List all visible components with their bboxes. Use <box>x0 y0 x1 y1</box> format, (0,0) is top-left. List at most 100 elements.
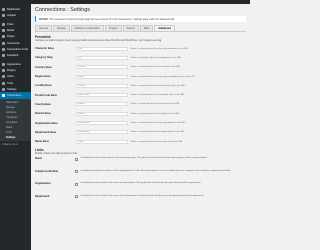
field-label: Organization Base <box>35 121 58 125</box>
organization-link-checkbox[interactable] <box>75 182 79 186</box>
submenu-item-settings[interactable]: Settings <box>0 135 31 140</box>
links-row-name: Name If enabled the name will be linked t… <box>35 157 246 170</box>
form-row-locality-base: Locality Base locality Enter a custom stru… <box>35 81 246 90</box>
field-desc: Enter a custom structure for the entry s… <box>131 140 184 143</box>
links-row-department: Department If enabled the name will link … <box>35 195 246 208</box>
feedback-icon <box>2 53 5 57</box>
field-desc: Enter a custom structure for the localit… <box>131 84 186 87</box>
field-label: Department <box>35 194 50 198</box>
wrench-icon <box>2 81 5 85</box>
page-icon <box>2 35 5 39</box>
field-label: Category Slug <box>35 56 53 60</box>
field-label: District Base <box>35 112 51 116</box>
field-desc: Enter a custom structure for the region … <box>131 75 196 78</box>
form-row-region-base: Region Base region Enter a custom structur… <box>35 72 246 81</box>
sidebar-item-label: Settings <box>7 87 17 91</box>
tab-seo[interactable]: SEO <box>139 25 154 31</box>
tab-display[interactable]: Display <box>53 25 70 31</box>
settings-icon <box>2 87 5 91</box>
district-base-input[interactable]: district <box>76 111 128 116</box>
pin-icon <box>2 22 5 26</box>
category-slug-input[interactable]: cat <box>76 55 128 60</box>
collapse-menu-button[interactable]: Collapse menu <box>0 143 31 146</box>
media-icon <box>2 29 5 33</box>
sidebar-item-label: Users <box>7 75 14 79</box>
notice-prefix: NOTICE: <box>39 17 49 21</box>
plugin-icon <box>2 69 5 73</box>
form-row-character-base: Character Base char Enter a custom structu… <box>35 44 246 53</box>
tab-search[interactable]: Search <box>122 25 139 31</box>
sidebar-item-label: Media <box>7 29 15 33</box>
admin-bar <box>0 0 250 4</box>
field-desc: If enabled the name will link to the nam… <box>80 182 201 185</box>
sidebar-item-label: Feedback <box>7 53 19 57</box>
field-label: Telephone Number <box>35 169 59 173</box>
postal-code-base-input[interactable]: postal-code <box>76 93 128 98</box>
field-desc: Enter a custom structure for the distric… <box>131 112 181 115</box>
settings-main: Connections : Settings NOTICE: The Conne… <box>35 6 246 207</box>
links-section-title: Links <box>35 148 44 153</box>
department-base-input[interactable]: department <box>76 130 128 135</box>
sidebar-item-label: Plugins <box>7 69 16 73</box>
sidebar-item-label: Connections <box>7 94 22 98</box>
sidebar-item-feedback[interactable]: Feedback <box>0 52 31 58</box>
connections-submenu: Dashboard Manage Add Entry Categories Te… <box>0 98 31 141</box>
dashboard-icon <box>2 7 5 11</box>
field-label: Character Base <box>35 47 55 51</box>
field-desc: Enter a custom structure for the entry c… <box>131 47 189 50</box>
county-base-input[interactable]: county <box>76 102 128 107</box>
comment-icon <box>2 41 5 45</box>
sidebar-item-label: Tools <box>7 81 14 85</box>
telephone-link-checkbox[interactable] <box>75 170 79 174</box>
settings-tabs: General Display Fieldset Configuration I… <box>35 25 246 32</box>
brush-icon <box>2 63 5 67</box>
form-row-name-base: Name Base name Enter a custom structure fo… <box>35 137 246 146</box>
tab-images[interactable]: Images <box>104 25 122 31</box>
notice-text: The Connections document help page has b… <box>49 17 175 21</box>
address-book-icon <box>2 94 5 98</box>
links-row-telephone: Telephone Number If enabled the telephone… <box>35 170 246 183</box>
jetpack-icon <box>2 13 5 17</box>
name-link-checkbox[interactable] <box>75 157 79 161</box>
department-link-checkbox[interactable] <box>75 195 79 199</box>
permalink-section-title: Permalink <box>35 35 51 39</box>
form-row-organization-base: Organization Base organization Enter a cus… <box>35 118 246 127</box>
locality-base-input[interactable]: locality <box>76 83 128 88</box>
link-icon <box>2 47 5 51</box>
sidebar-item-label: Appearance <box>7 63 21 67</box>
field-desc: If enabled the name will be linked to th… <box>80 157 208 160</box>
sidebar-item-label: Jetpack <box>7 13 16 17</box>
sidebar-item-label: Pages <box>7 35 15 39</box>
form-row-district-base: District Base district Enter a custom stru… <box>35 109 246 118</box>
field-label: Name <box>35 157 43 161</box>
character-base-input[interactable]: char <box>76 46 128 51</box>
sidebar-item-label: Posts <box>7 22 14 26</box>
tab-fieldset-configuration[interactable]: Fieldset Configuration <box>70 25 104 31</box>
field-desc: If enabled the telephone number will be … <box>80 169 231 172</box>
form-row-country-base: Country Base country Enter a custom struct… <box>35 63 246 72</box>
region-base-input[interactable]: region <box>76 74 128 79</box>
permalink-section-desc: Configure permalink support. Avoid using… <box>35 40 162 42</box>
field-desc: Enter a permalink slug for the categorie… <box>131 56 182 59</box>
form-row-county-base: County Base county Enter a custom structur… <box>35 100 246 109</box>
tab-general[interactable]: General <box>35 25 53 31</box>
sidebar-item-jetpack[interactable]: Jetpack <box>0 12 31 18</box>
links-row-organization: Organization If enabled the name will lin… <box>35 182 246 195</box>
field-label: Postal Code Base <box>35 93 57 97</box>
field-label: Region Base <box>35 75 51 79</box>
field-label: Country Base <box>35 65 52 69</box>
field-desc: If enabled the name will link to the nam… <box>80 194 205 197</box>
field-desc: Enter a custom structure for the postal … <box>131 94 185 97</box>
name-base-input[interactable]: name <box>76 139 128 144</box>
country-base-input[interactable]: country <box>76 65 128 70</box>
admin-sidebar: Dashboard Jetpack Posts Media Pages Comm… <box>0 4 31 250</box>
tab-advanced[interactable]: Advanced <box>154 25 175 31</box>
page-title: Connections : Settings <box>35 7 91 13</box>
sidebar-item-label: Dashboard <box>7 7 20 11</box>
organization-base-input[interactable]: organization <box>76 121 128 126</box>
field-label: Name Base <box>35 140 49 144</box>
help-notice: NOTICE: The Connections document help pa… <box>35 16 246 22</box>
form-row-department-base: Department Base department Enter a custom … <box>35 128 246 137</box>
field-label: Locality Base <box>35 84 52 88</box>
form-row-postal-code-base: Postal Code Base postal-code Enter a custo… <box>35 90 246 99</box>
